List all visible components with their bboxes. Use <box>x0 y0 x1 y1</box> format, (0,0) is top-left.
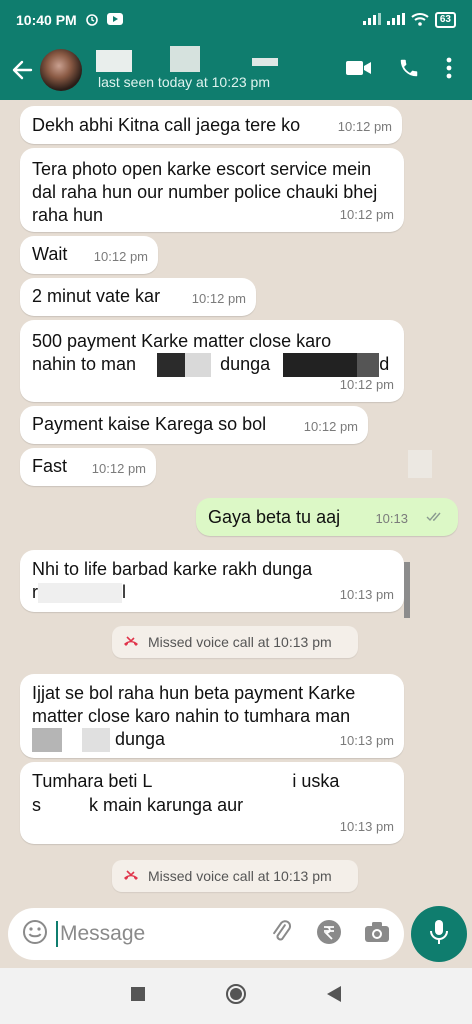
text-cursor <box>56 921 58 947</box>
message-text: Gaya beta tu aaj <box>208 507 341 527</box>
signal-icon-2 <box>386 12 405 28</box>
message-time: 10:13 pm <box>339 819 394 834</box>
redacted-block <box>404 562 410 618</box>
message-time: 10:13 <box>375 511 408 526</box>
message-text: l <box>122 582 126 602</box>
redacted-name <box>96 50 132 72</box>
message-text: Nhi to life barbad karke rakh dunga <box>32 559 313 579</box>
redacted-name <box>252 58 278 66</box>
message-text: 500 payment Karke matter close karo <box>32 331 332 351</box>
contact-avatar[interactable] <box>40 49 82 91</box>
message-text: Wait <box>32 244 68 264</box>
redacted-block <box>41 794 89 819</box>
status-bar: 10:40 PM 63 <box>0 0 472 40</box>
redacted-block <box>185 353 212 378</box>
message-time: 10:12 pm <box>339 377 394 392</box>
more-options-icon[interactable] <box>446 57 452 84</box>
message-time: 10:12 pm <box>339 207 394 222</box>
message-text: Tera photo open karke escort service mei… <box>32 159 378 225</box>
redacted-block <box>32 728 62 753</box>
incoming-message[interactable]: Fast 10:12 pm <box>20 448 156 486</box>
attach-icon[interactable] <box>268 919 294 950</box>
rupee-payment-icon[interactable] <box>316 919 342 950</box>
read-ticks-icon <box>426 506 444 529</box>
missed-call-icon <box>122 635 140 649</box>
chat-header: last seen today at 10:23 pm <box>0 40 472 100</box>
status-time: 10:40 PM <box>16 12 77 28</box>
recents-icon[interactable] <box>130 986 146 1007</box>
redacted-block <box>408 450 432 478</box>
message-time: 10:12 pm <box>93 249 148 264</box>
home-icon[interactable] <box>225 983 247 1010</box>
redacted-block <box>157 353 186 378</box>
chat-area[interactable]: Dekh abhi Kitna call jaega tere ko 10:12… <box>0 100 472 906</box>
message-text: k main karunga aur <box>89 795 244 816</box>
contact-info[interactable]: last seen today at 10:23 pm <box>90 40 346 100</box>
redacted-block <box>38 583 122 604</box>
message-text: d <box>379 354 390 374</box>
message-input[interactable]: Message <box>56 921 260 947</box>
camera-icon[interactable] <box>364 921 390 948</box>
incoming-message[interactable]: Tumhara beti L i uska s k main karunga aur… <box>20 762 404 844</box>
mic-button[interactable] <box>411 906 467 962</box>
alarm-icon <box>85 12 99 29</box>
incoming-message[interactable]: Wait 10:12 pm <box>20 236 158 274</box>
message-text: Ijjat se bol raha hun beta payment Karke <box>32 683 356 703</box>
incoming-message[interactable]: 500 payment Karke matter close karo nahi… <box>20 320 404 402</box>
last-seen-status: last seen today at 10:23 pm <box>98 74 270 90</box>
incoming-message[interactable]: Dekh abhi Kitna call jaega tere ko 10:12… <box>20 106 402 144</box>
message-time: 10:12 pm <box>91 461 146 476</box>
redacted-block <box>62 728 82 753</box>
missed-call-notice[interactable]: Missed voice call at 10:13 pm <box>112 626 358 658</box>
redacted-name <box>170 46 200 72</box>
missed-call-icon <box>122 869 140 883</box>
message-text: i uska <box>292 771 340 791</box>
wifi-icon <box>411 12 429 29</box>
message-text: matter close karo nahin to tumhara man <box>32 706 351 726</box>
message-text: s <box>32 795 41 816</box>
message-placeholder: Message <box>60 922 146 945</box>
message-text: Tumhara beti L <box>32 771 153 791</box>
message-text: 2 minut vate kar <box>32 286 161 306</box>
incoming-message[interactable]: Payment kaise Karega so bol 10:12 pm <box>20 406 368 444</box>
missed-call-notice[interactable]: Missed voice call at 10:13 pm <box>112 860 358 892</box>
message-text: Dekh abhi Kitna call jaega tere ko <box>32 115 301 135</box>
message-text: nahin to man <box>32 354 137 374</box>
back-icon[interactable] <box>326 985 342 1008</box>
outgoing-message[interactable]: Gaya beta tu aaj 10:13 <box>196 498 458 536</box>
youtube-notification-icon <box>106 12 123 28</box>
message-text: Fast <box>32 456 68 476</box>
message-time: 10:13 pm <box>339 733 394 748</box>
message-time: 10:13 pm <box>339 587 394 602</box>
missed-call-text: Missed voice call at 10:13 pm <box>148 634 332 650</box>
battery-icon: 63 <box>434 12 456 28</box>
redacted-block <box>82 728 110 753</box>
back-arrow-icon[interactable] <box>4 40 40 100</box>
incoming-message[interactable]: 2 minut vate kar 10:12 pm <box>20 278 256 316</box>
message-time: 10:12 pm <box>337 119 392 134</box>
incoming-message[interactable]: Tera photo open karke escort service mei… <box>20 148 404 232</box>
message-text: Payment kaise Karega so bol <box>32 414 267 434</box>
incoming-message[interactable]: Nhi to life barbad karke rakh dunga rl 1… <box>20 550 404 612</box>
message-text: dunga <box>220 354 271 374</box>
message-time: 10:12 pm <box>191 291 246 306</box>
phone-call-icon[interactable] <box>398 57 420 84</box>
emoji-icon[interactable] <box>22 919 48 950</box>
signal-icon <box>362 12 381 28</box>
message-composer[interactable]: Message <box>8 908 404 960</box>
redacted-block <box>152 770 293 795</box>
missed-call-text: Missed voice call at 10:13 pm <box>148 868 332 884</box>
system-navigation-bar <box>0 968 472 1024</box>
video-call-icon[interactable] <box>346 59 372 82</box>
incoming-message[interactable]: Ijjat se bol raha hun beta payment Karke… <box>20 674 404 758</box>
message-text: dunga <box>115 729 166 749</box>
message-time: 10:12 pm <box>303 419 358 434</box>
mic-icon <box>429 919 449 950</box>
